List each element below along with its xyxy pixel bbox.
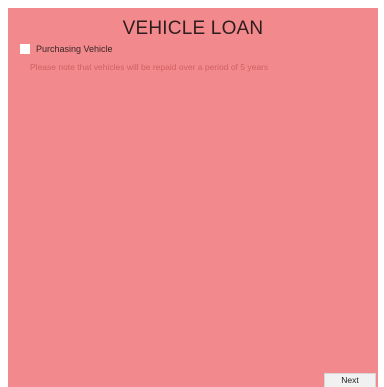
page-title: VEHICLE LOAN — [122, 18, 264, 39]
purchasing-vehicle-label[interactable]: Purchasing Vehicle — [36, 44, 113, 54]
purchasing-vehicle-row[interactable]: Purchasing Vehicle — [20, 44, 113, 54]
repayment-note: Please note that vehicles will be repaid… — [30, 62, 269, 72]
next-button[interactable]: Next — [324, 373, 376, 387]
vehicle-loan-panel: VEHICLE LOAN Purchasing Vehicle Please n… — [8, 8, 378, 387]
purchasing-vehicle-checkbox[interactable] — [20, 44, 30, 54]
